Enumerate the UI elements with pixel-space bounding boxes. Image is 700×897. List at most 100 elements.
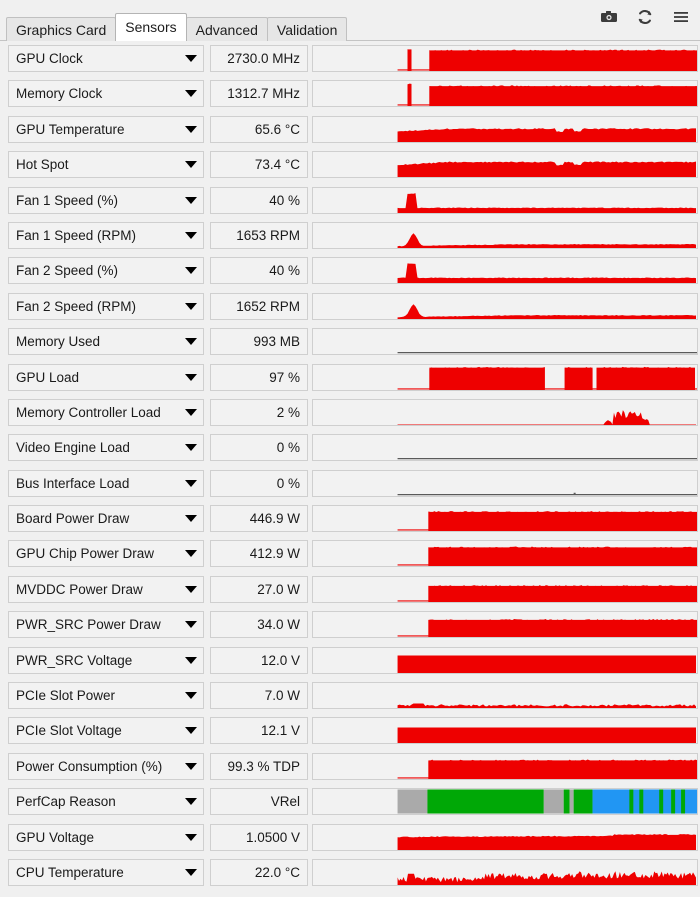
sensor-name-dropdown-fan-2-speed[interactable]: Fan 2 Speed (%) [8, 257, 204, 285]
sensor-graph-gpu-voltage[interactable] [312, 823, 698, 851]
sensor-name-dropdown-video-engine-load[interactable]: Video Engine Load [8, 434, 204, 462]
toolbar-icons [600, 8, 690, 26]
sensor-name-dropdown-gpu-chip-power-draw[interactable]: GPU Chip Power Draw [8, 540, 204, 568]
sensor-name-dropdown-gpu-clock[interactable]: GPU Clock [8, 45, 204, 72]
sensor-graph-gpu-temperature[interactable] [312, 115, 698, 143]
sensor-name-dropdown-fan-1-speed[interactable]: Fan 1 Speed (%) [8, 186, 204, 214]
tab-validation[interactable]: Validation [266, 17, 348, 41]
tab-sensors[interactable]: Sensors [115, 13, 187, 41]
chevron-down-icon[interactable] [185, 196, 197, 204]
sensor-list[interactable]: GPU Clock 2730.0 MHz Memory Clock 1312.7 MH… [0, 41, 700, 897]
sensor-row: PWR_SRC Voltage 12.0 V [0, 643, 700, 678]
sensor-value-gpu-voltage: 1.0500 V [210, 823, 308, 851]
sensor-value-label: VRel [270, 794, 300, 810]
sensor-graph-fan-2-speed[interactable] [312, 257, 698, 285]
chevron-down-icon[interactable] [185, 479, 197, 487]
sensor-value-label: 2 % [276, 404, 300, 420]
sensor-graph-memory-used[interactable] [312, 328, 698, 356]
sensor-graph-board-power-draw[interactable] [312, 505, 698, 533]
sensor-graph-bus-interface-load[interactable] [312, 469, 698, 497]
sensor-graph-cpu-temperature[interactable] [312, 858, 698, 886]
sensor-value-hot-spot: 73.4 °C [210, 151, 308, 179]
chevron-down-icon[interactable] [185, 692, 197, 700]
chevron-down-icon[interactable] [185, 798, 197, 806]
chevron-down-icon[interactable] [185, 656, 197, 664]
sensor-name-dropdown-gpu-voltage[interactable]: GPU Voltage [8, 823, 204, 851]
sensor-graph-gpu-clock[interactable] [312, 45, 698, 72]
chevron-down-icon[interactable] [185, 90, 197, 98]
chevron-down-icon[interactable] [185, 161, 197, 169]
sensor-value-bus-interface-load: 0 % [210, 469, 308, 497]
chevron-down-icon[interactable] [185, 762, 197, 770]
sensor-graph-fan-1-speed[interactable] [312, 186, 698, 214]
sensor-graph-mvddc-power-draw[interactable] [312, 575, 698, 603]
chevron-down-icon[interactable] [185, 231, 197, 239]
sensor-name-dropdown-board-power-draw[interactable]: Board Power Draw [8, 505, 204, 533]
sensor-name-dropdown-memory-used[interactable]: Memory Used [8, 328, 204, 356]
sensor-value-label: 34.0 W [257, 617, 300, 633]
sensor-name-dropdown-bus-interface-load[interactable]: Bus Interface Load [8, 469, 204, 497]
chevron-down-icon[interactable] [185, 338, 197, 346]
gpuz-window: Graphics Card Sensors Advanced Validation [0, 0, 700, 897]
chevron-down-icon[interactable] [185, 727, 197, 735]
sensor-name-dropdown-pwr-src-voltage[interactable]: PWR_SRC Voltage [8, 646, 204, 674]
sensor-graph-fan-1-speed-rpm[interactable] [312, 221, 698, 249]
sensor-graph-fan-2-speed-rpm[interactable] [312, 292, 698, 320]
sensor-name-label: Power Consumption (%) [16, 758, 163, 774]
sensor-name-dropdown-power-consumption[interactable]: Power Consumption (%) [8, 752, 204, 780]
sensor-value-pcie-slot-voltage: 12.1 V [210, 717, 308, 745]
sensor-graph-gpu-chip-power-draw[interactable] [312, 540, 698, 568]
sensor-graph-gpu-load[interactable] [312, 363, 698, 391]
sensor-name-dropdown-perfcap-reason[interactable]: PerfCap Reason [8, 788, 204, 816]
chevron-down-icon[interactable] [185, 55, 197, 62]
sensor-name-dropdown-fan-2-speed-rpm[interactable]: Fan 2 Speed (RPM) [8, 292, 204, 320]
sensor-graph-video-engine-load[interactable] [312, 434, 698, 462]
sensor-value-label: 1.0500 V [245, 829, 300, 845]
chevron-down-icon[interactable] [185, 444, 197, 452]
tab-graphics-card[interactable]: Graphics Card [6, 17, 117, 41]
sensor-value-label: 446.9 W [249, 511, 300, 527]
sensor-name-dropdown-pcie-slot-power[interactable]: PCIe Slot Power [8, 682, 204, 710]
chevron-down-icon[interactable] [185, 868, 197, 876]
camera-icon[interactable] [600, 8, 618, 26]
chevron-down-icon[interactable] [185, 550, 197, 558]
menu-icon[interactable] [672, 8, 690, 26]
sensor-name-dropdown-gpu-load[interactable]: GPU Load [8, 363, 204, 391]
sensor-name-dropdown-pwr-src-power-draw[interactable]: PWR_SRC Power Draw [8, 611, 204, 639]
refresh-icon[interactable] [636, 8, 654, 26]
tab-advanced[interactable]: Advanced [185, 17, 268, 41]
sensor-name-dropdown-gpu-temperature[interactable]: GPU Temperature [8, 115, 204, 143]
chevron-down-icon[interactable] [185, 373, 197, 381]
sensor-name-dropdown-mvddc-power-draw[interactable]: MVDDC Power Draw [8, 575, 204, 603]
sensor-graph-pcie-slot-power[interactable] [312, 682, 698, 710]
sensor-graph-perfcap-reason[interactable] [312, 788, 698, 816]
chevron-down-icon[interactable] [185, 515, 197, 523]
sensor-name-dropdown-fan-1-speed-rpm[interactable]: Fan 1 Speed (RPM) [8, 221, 204, 249]
sensor-name-dropdown-pcie-slot-voltage[interactable]: PCIe Slot Voltage [8, 717, 204, 745]
sensor-row: Video Engine Load 0 % [0, 430, 700, 465]
sensor-graph-pwr-src-power-draw[interactable] [312, 611, 698, 639]
sensor-value-pwr-src-power-draw: 34.0 W [210, 611, 308, 639]
chevron-down-icon[interactable] [185, 585, 197, 593]
sensor-graph-memory-controller-load[interactable] [312, 398, 698, 426]
sensor-name-label: Fan 2 Speed (%) [16, 263, 119, 279]
sensor-name-dropdown-memory-controller-load[interactable]: Memory Controller Load [8, 398, 204, 426]
sensor-name-dropdown-cpu-temperature[interactable]: CPU Temperature [8, 858, 204, 886]
chevron-down-icon[interactable] [185, 408, 197, 416]
chevron-down-icon[interactable] [185, 302, 197, 310]
sensor-name-dropdown-hot-spot[interactable]: Hot Spot [8, 151, 204, 179]
sensor-name-dropdown-memory-clock[interactable]: Memory Clock [8, 80, 204, 108]
chevron-down-icon[interactable] [185, 267, 197, 275]
chevron-down-icon[interactable] [185, 125, 197, 133]
sensor-graph-memory-clock[interactable] [312, 80, 698, 108]
chevron-down-icon[interactable] [185, 833, 197, 841]
sensor-value-label: 12.0 V [260, 652, 300, 668]
sensor-graph-pcie-slot-voltage[interactable] [312, 717, 698, 745]
sensor-value-pcie-slot-power: 7.0 W [210, 682, 308, 710]
sensor-graph-power-consumption[interactable] [312, 752, 698, 780]
chevron-down-icon[interactable] [185, 621, 197, 629]
sensor-row: Bus Interface Load 0 % [0, 466, 700, 501]
sensor-name-label: Board Power Draw [16, 511, 130, 527]
sensor-graph-pwr-src-voltage[interactable] [312, 646, 698, 674]
sensor-graph-hot-spot[interactable] [312, 151, 698, 179]
